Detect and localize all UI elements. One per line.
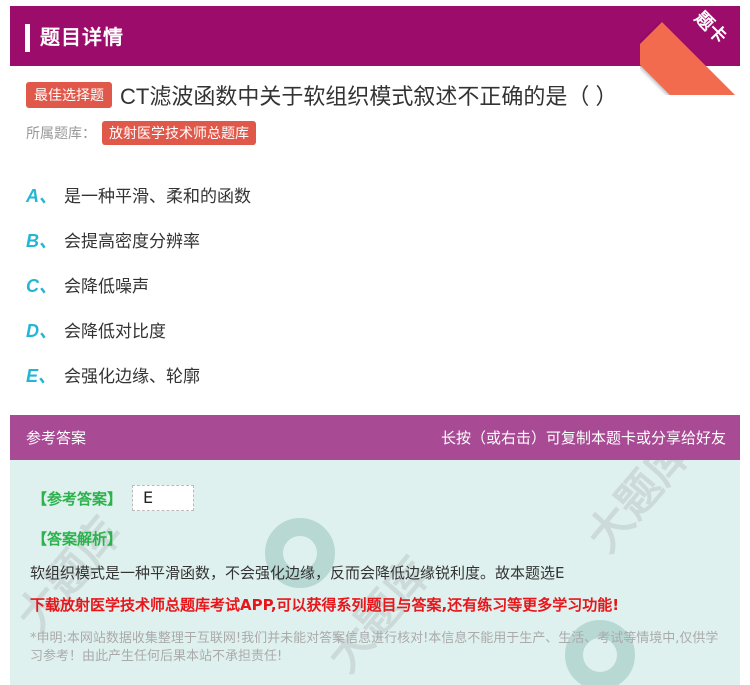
header-accent-bar	[25, 24, 30, 52]
option-b[interactable]: B、 会提高密度分辨率	[26, 217, 626, 262]
option-letter: C、	[26, 275, 57, 296]
option-letter: B、	[26, 230, 57, 251]
option-text: 是一种平滑、柔和的函数	[64, 187, 251, 207]
option-letter: E、	[26, 365, 57, 386]
question-title: CT滤波函数中关于软组织模式叙述不正确的是（ ）	[120, 84, 618, 109]
option-c[interactable]: C、 会降低噪声	[26, 262, 626, 307]
answer-key-row: 【参考答案】 E	[32, 485, 195, 511]
option-letter: A、	[26, 185, 57, 206]
question-row: 最佳选择题 CT滤波函数中关于软组织模式叙述不正确的是（ ）	[26, 80, 617, 110]
answer-key-label: 【参考答案】	[32, 489, 123, 508]
option-letter: D、	[26, 320, 57, 341]
answer-header: 参考答案 长按（或右击）可复制本题卡或分享给好友	[10, 415, 740, 460]
bank-label: 所属题库：	[26, 126, 96, 142]
download-app-link[interactable]: 下载放射医学技术师总题库考试APP,可以获得系列题目与答案,还有练习等更多学习功…	[30, 594, 619, 615]
option-text: 会强化边缘、轮廓	[64, 367, 200, 387]
options-list: A、 是一种平滑、柔和的函数 B、 会提高密度分辨率 C、 会降低噪声 D、 会…	[26, 172, 626, 397]
option-text: 会提高密度分辨率	[64, 232, 200, 252]
title-header: 题目详情	[10, 6, 740, 66]
answer-key-value: E	[132, 485, 195, 511]
share-hint: 长按（或右击）可复制本题卡或分享给好友	[440, 429, 726, 447]
analysis-label: 【答案解析】	[32, 530, 123, 548]
answer-panel: 大题库 大题库 大题库 【参考答案】 E 【答案解析】 软组织模式是一种平滑函数…	[10, 460, 740, 685]
ribbon-band	[640, 22, 750, 95]
question-bank-row: 所属题库： 放射医学技术师总题库	[26, 121, 256, 145]
option-text: 会降低噪声	[64, 277, 149, 297]
option-a[interactable]: A、 是一种平滑、柔和的函数	[26, 172, 626, 217]
answer-header-title: 参考答案	[26, 429, 87, 447]
watermark-text: 大题库	[577, 460, 702, 562]
option-d[interactable]: D、 会降低对比度	[26, 307, 626, 352]
analysis-text: 软组织模式是一种平滑函数，不会强化边缘，反而会降低边缘锐利度。故本题选E	[30, 564, 565, 582]
page-title: 题目详情	[40, 25, 124, 49]
bank-tag-link[interactable]: 放射医学技术师总题库	[102, 121, 256, 145]
question-type-badge: 最佳选择题	[26, 82, 112, 108]
option-text: 会降低对比度	[64, 322, 166, 342]
disclaimer-text: *申明:本网站数据收集整理于互联网!我们并未能对答案信息进行核对!本信息不能用于…	[30, 631, 719, 664]
option-e[interactable]: E、 会强化边缘、轮廓	[26, 352, 626, 397]
